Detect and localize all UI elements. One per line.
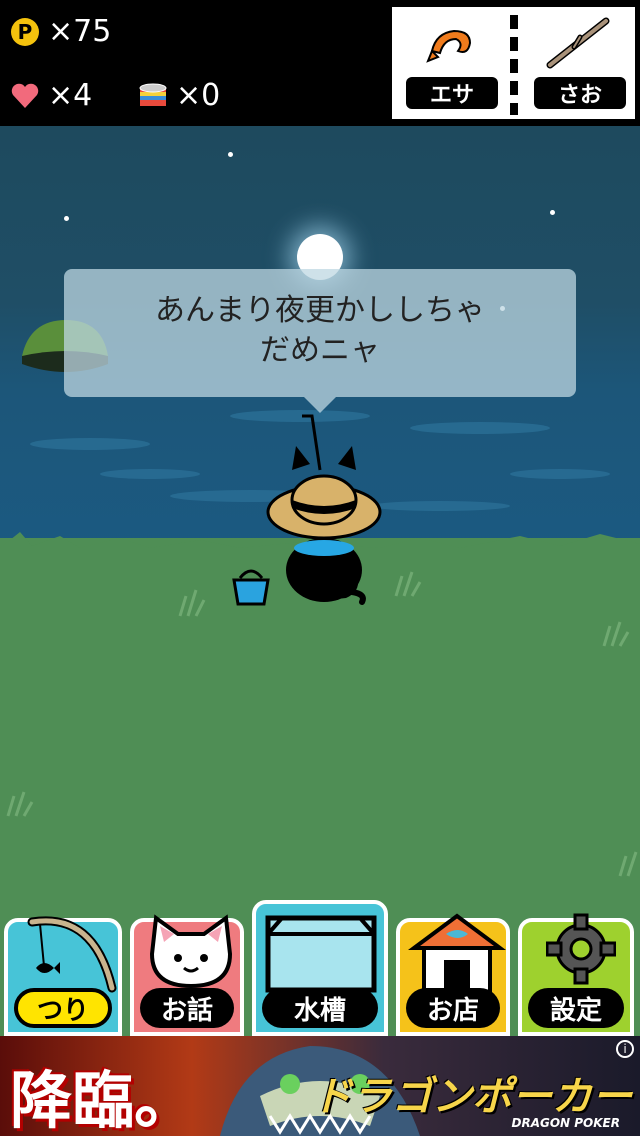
tab-fishing[interactable]: つり <box>4 916 122 1036</box>
hearts-value: ×4 <box>48 78 93 113</box>
bottom-tab-bar: つり お話 水槽 お店 設定 <box>0 900 640 1036</box>
tab-fishing-label: つり <box>14 988 112 1028</box>
aquarium-icon <box>265 915 377 993</box>
ad-logo: ドラゴンポーカー <box>312 1074 632 1120</box>
tab-aquarium-label: 水槽 <box>262 988 378 1028</box>
ad-banner[interactable]: 降臨。 ドラゴンポーカー DRAGON POKER i <box>0 1036 640 1136</box>
tab-settings-label: 設定 <box>528 988 624 1028</box>
equipment-divider <box>510 15 518 115</box>
tab-settings[interactable]: 設定 <box>518 913 634 1036</box>
tab-aquarium[interactable]: 水槽 <box>252 900 388 1036</box>
heart-icon <box>10 81 40 111</box>
star <box>550 210 555 215</box>
ad-headline: 降臨。 <box>10 1064 197 1136</box>
points-value: ×75 <box>48 14 112 49</box>
star <box>64 216 69 221</box>
bait-label: エサ <box>406 77 498 109</box>
dialogue-line-1: あんまり夜更かししちゃ <box>155 293 485 328</box>
speech-bubble: あんまり夜更かししちゃ だめニャ <box>64 269 576 397</box>
gear-icon <box>546 913 616 985</box>
ad-info-icon[interactable]: i <box>616 1040 634 1058</box>
tab-shop-label: お店 <box>406 988 500 1028</box>
equipment-panel: エサ さお <box>392 7 635 119</box>
cat-food-can-icon <box>138 81 168 111</box>
shrimp-icon <box>426 29 472 63</box>
cans-counter: ×0 <box>138 78 220 113</box>
tab-talk-label: お話 <box>140 988 234 1028</box>
fishing-rod-icon <box>27 916 117 993</box>
bait-slot[interactable]: エサ <box>396 7 506 119</box>
fishing-rod-icon <box>546 17 610 69</box>
dialogue-line-2: だめニャ <box>260 333 380 368</box>
ad-logo-sub: DRAGON POKER <box>511 1116 621 1130</box>
points-counter: P ×75 <box>10 14 111 49</box>
tab-talk[interactable]: お話 <box>130 914 244 1036</box>
hearts-counter: ×4 <box>10 78 92 113</box>
tab-shop[interactable]: お店 <box>396 913 510 1036</box>
coin-icon: P <box>10 17 40 47</box>
rod-label: さお <box>534 77 626 109</box>
cat-face-icon <box>149 914 233 989</box>
star <box>228 152 233 157</box>
shop-icon <box>408 913 506 994</box>
status-bar: P ×75 ×4 ×0 エサ さお <box>0 0 640 126</box>
rod-slot[interactable]: さお <box>524 7 634 119</box>
cans-value: ×0 <box>176 78 221 113</box>
